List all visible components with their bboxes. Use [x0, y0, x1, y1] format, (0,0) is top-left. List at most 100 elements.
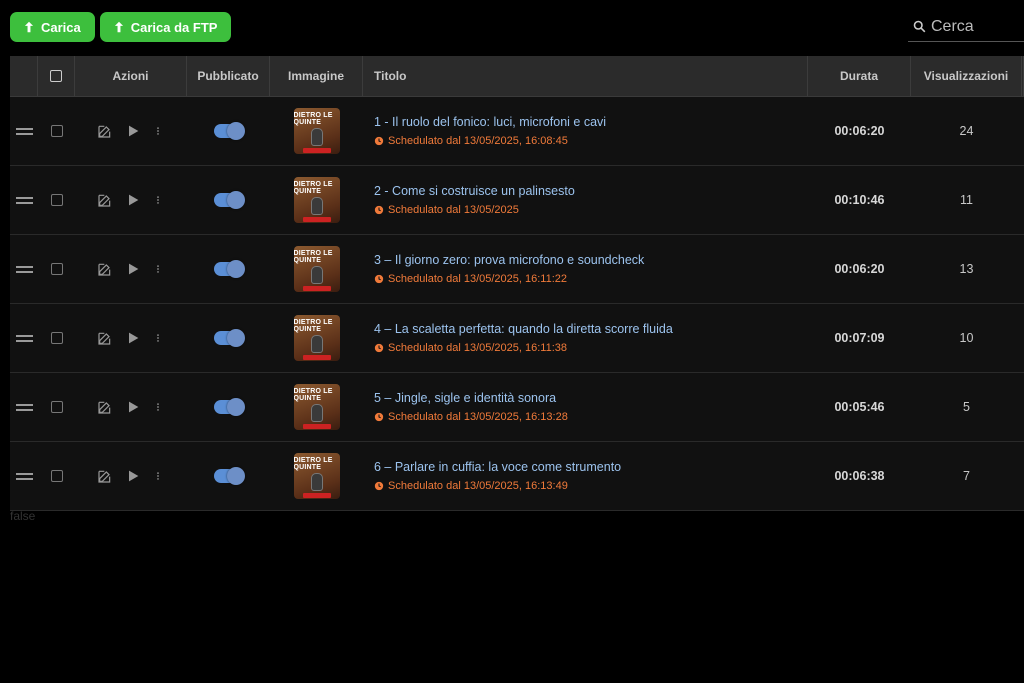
row-checkbox[interactable] — [50, 263, 63, 275]
microphone-icon — [310, 404, 323, 422]
duration-value: 00:10:46 — [834, 193, 885, 207]
footer-text: false — [10, 509, 36, 523]
play-icon[interactable] — [125, 261, 141, 277]
views-cell: 13 — [911, 235, 1022, 303]
upload-ftp-button-label: Carica da FTP — [130, 19, 218, 35]
select-all-checkbox[interactable] — [50, 70, 62, 82]
table-row: DIETRO LE QUINTE 5 – Jingle, sigle e ide… — [10, 373, 1024, 442]
header-duration[interactable]: Durata — [808, 56, 911, 96]
published-toggle[interactable] — [213, 467, 245, 485]
row-checkbox[interactable] — [50, 470, 63, 482]
play-icon[interactable] — [125, 123, 141, 139]
on-air-icon — [302, 424, 331, 429]
microphone-icon — [310, 473, 323, 491]
row-checkbox[interactable] — [50, 125, 63, 137]
views-value: 5 — [963, 400, 970, 414]
row-checkbox[interactable] — [50, 401, 63, 413]
row-checkbox[interactable] — [50, 332, 63, 344]
play-icon[interactable] — [125, 399, 141, 415]
upload-button-label: Carica — [41, 19, 81, 35]
microphone-icon — [310, 335, 323, 353]
episode-title-link[interactable]: 5 – Jingle, sigle e identità sonora — [374, 391, 556, 405]
episode-title-link[interactable]: 3 – Il giorno zero: prova microfono e so… — [374, 253, 644, 267]
image-cell: DIETRO LE QUINTE — [270, 373, 363, 441]
episode-title-link[interactable]: 4 – La scaletta perfetta: quando la dire… — [374, 322, 673, 336]
duration-cell: 00:05:46 — [808, 373, 911, 441]
more-vertical-icon[interactable] — [153, 399, 163, 415]
header-title[interactable]: Titolo — [363, 56, 808, 96]
episode-title-link[interactable]: 2 - Come si costruisce un palinsesto — [374, 184, 575, 198]
header-drag — [10, 56, 38, 96]
more-vertical-icon[interactable] — [153, 261, 163, 277]
episode-title-link[interactable]: 1 - Il ruolo del fonico: luci, microfoni… — [374, 115, 606, 129]
thumbnail-text: DIETRO LE QUINTE — [293, 112, 333, 126]
table-row: DIETRO LE QUINTE 4 – La scaletta perfett… — [10, 304, 1024, 373]
published-toggle[interactable] — [213, 398, 245, 416]
published-cell — [187, 235, 270, 303]
drag-handle[interactable] — [10, 304, 38, 372]
search-box — [908, 12, 1024, 42]
clock-icon — [374, 412, 384, 422]
schedule-info: Schedulato dal 13/05/2025, 16:08:45 — [374, 135, 568, 147]
row-select-cell — [38, 304, 75, 372]
published-cell — [187, 304, 270, 372]
published-toggle[interactable] — [213, 329, 245, 347]
episode-thumbnail: DIETRO LE QUINTE — [293, 246, 340, 292]
drag-handle[interactable] — [10, 373, 38, 441]
duration-cell: 00:07:09 — [808, 304, 911, 372]
more-vertical-icon[interactable] — [153, 192, 163, 208]
title-cell: 6 – Parlare in cuffia: la voce come stru… — [363, 442, 808, 510]
row-checkbox[interactable] — [50, 194, 63, 206]
drag-handle[interactable] — [10, 442, 38, 510]
schedule-text: Schedulato dal 13/05/2025, 16:13:28 — [388, 411, 568, 423]
table-body: DIETRO LE QUINTE 1 - Il ruolo del fonico… — [10, 97, 1024, 511]
on-air-icon — [302, 355, 331, 360]
edit-icon[interactable] — [97, 261, 113, 277]
edit-icon[interactable] — [97, 192, 113, 208]
views-cell: 5 — [911, 373, 1022, 441]
drag-handle[interactable] — [10, 166, 38, 234]
published-toggle[interactable] — [213, 191, 245, 209]
duration-value: 00:05:46 — [834, 400, 885, 414]
play-icon[interactable] — [125, 468, 141, 484]
upload-button[interactable]: Carica — [10, 12, 95, 42]
header-published[interactable]: Pubblicato — [187, 56, 270, 96]
schedule-info: Schedulato dal 13/05/2025, 16:13:49 — [374, 480, 568, 492]
edit-icon[interactable] — [97, 330, 113, 346]
schedule-info: Schedulato dal 13/05/2025 — [374, 204, 519, 216]
more-vertical-icon[interactable] — [153, 123, 163, 139]
views-value: 24 — [959, 124, 974, 138]
arrow-up-icon — [114, 21, 123, 33]
episode-thumbnail: DIETRO LE QUINTE — [293, 384, 340, 430]
more-vertical-icon[interactable] — [153, 330, 163, 346]
play-icon[interactable] — [125, 330, 141, 346]
drag-handle[interactable] — [10, 235, 38, 303]
arrow-up-icon — [24, 21, 34, 33]
episode-title-link[interactable]: 6 – Parlare in cuffia: la voce come stru… — [374, 460, 621, 474]
episode-thumbnail: DIETRO LE QUINTE — [293, 453, 340, 499]
edit-icon[interactable] — [97, 468, 113, 484]
row-select-cell — [38, 97, 75, 165]
thumbnail-text: DIETRO LE QUINTE — [293, 181, 333, 195]
play-icon[interactable] — [125, 192, 141, 208]
table-row: DIETRO LE QUINTE 2 - Come si costruisce … — [10, 166, 1024, 235]
search-input[interactable] — [931, 17, 1021, 36]
title-cell: 2 - Come si costruisce un palinsesto Sch… — [363, 166, 808, 234]
views-value: 11 — [960, 193, 973, 207]
row-actions — [75, 373, 187, 441]
duration-value: 00:07:09 — [834, 331, 885, 345]
edit-icon[interactable] — [97, 123, 113, 139]
header-views[interactable]: Visualizzazioni — [911, 56, 1022, 96]
published-toggle[interactable] — [213, 122, 245, 140]
title-cell: 3 – Il giorno zero: prova microfono e so… — [363, 235, 808, 303]
upload-ftp-button[interactable]: Carica da FTP — [99, 12, 232, 42]
image-cell: DIETRO LE QUINTE — [270, 235, 363, 303]
clock-icon — [374, 481, 384, 491]
views-cell: 11 — [911, 166, 1022, 234]
edit-icon[interactable] — [97, 399, 113, 415]
episode-thumbnail: DIETRO LE QUINTE — [293, 108, 340, 154]
drag-handle[interactable] — [10, 97, 38, 165]
more-vertical-icon[interactable] — [153, 468, 163, 484]
published-toggle[interactable] — [213, 260, 245, 278]
episode-thumbnail: DIETRO LE QUINTE — [293, 177, 340, 223]
